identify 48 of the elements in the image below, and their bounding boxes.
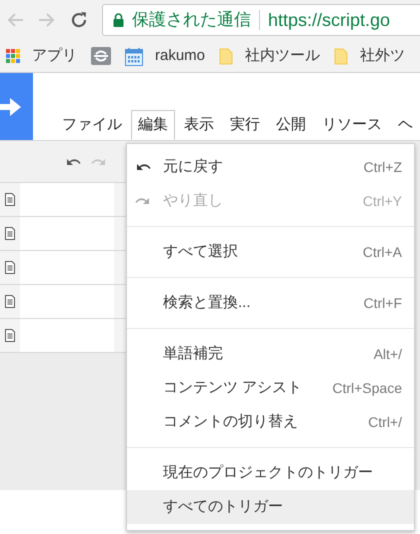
file-row[interactable]: [0, 183, 127, 217]
bookmark[interactable]: [91, 47, 111, 65]
document-icon: [5, 193, 15, 206]
back-icon[interactable]: [6, 12, 24, 28]
menu-tab[interactable]: 編集: [131, 110, 175, 140]
bookmark[interactable]: 社内ツール: [219, 44, 320, 68]
site-icon: [91, 47, 111, 65]
menu-item[interactable]: 単語補完 Alt+/: [127, 337, 414, 371]
menu-item[interactable]: 元に戻す Ctrl+Z: [127, 150, 414, 184]
address-bar[interactable]: 保護された通信 https://script.go: [102, 4, 420, 36]
menu-item[interactable]: すべて選択 Ctrl+A: [127, 235, 414, 269]
file-row[interactable]: [0, 319, 127, 353]
menu-item[interactable]: コメントの切り替え Ctrl+/: [127, 405, 414, 439]
file-row[interactable]: [0, 251, 127, 285]
reload-icon[interactable]: [70, 11, 88, 29]
folder-icon: [334, 48, 348, 64]
folder-icon: [219, 48, 234, 64]
menu-item[interactable]: 検索と置換... Ctrl+F: [127, 286, 414, 320]
file-row[interactable]: [0, 217, 127, 251]
arrow-icon: [0, 96, 22, 118]
apps-grid-icon: [6, 49, 20, 63]
forward-icon[interactable]: [38, 12, 56, 28]
menu-tab[interactable]: 実行: [223, 110, 267, 140]
document-icon: [5, 329, 15, 342]
redo-icon: [135, 196, 151, 206]
bookmark[interactable]: アプリ: [6, 44, 77, 68]
menu-item[interactable]: 現在のプロジェクトのトリガー: [127, 456, 414, 490]
document-icon: [5, 227, 15, 240]
redo-icon: [91, 156, 107, 166]
menu-tab[interactable]: 公開: [269, 110, 313, 140]
document-icon: [5, 295, 15, 308]
bookmark[interactable]: 社外ツ: [334, 44, 406, 68]
menu-tab[interactable]: 表示: [177, 110, 221, 140]
file-row[interactable]: [0, 285, 127, 319]
menu-tab[interactable]: ヘ: [391, 110, 420, 140]
menu-tab[interactable]: リソース: [315, 110, 389, 140]
menu-item[interactable]: コンテンツ アシスト Ctrl+Space: [127, 371, 414, 405]
calendar-icon: [125, 46, 143, 66]
undo-icon: [135, 162, 151, 172]
document-icon: [5, 261, 15, 274]
menu-tab[interactable]: ファイル: [55, 110, 129, 140]
logo-tile[interactable]: [0, 73, 33, 140]
undo-icon: [65, 156, 81, 166]
menu-item[interactable]: すべてのトリガー: [127, 490, 414, 524]
url-text: https://script.go: [268, 8, 390, 32]
bookmark[interactable]: rakumo: [125, 44, 206, 68]
lock-icon: [113, 13, 124, 27]
security-label: 保護された通信: [132, 9, 251, 32]
